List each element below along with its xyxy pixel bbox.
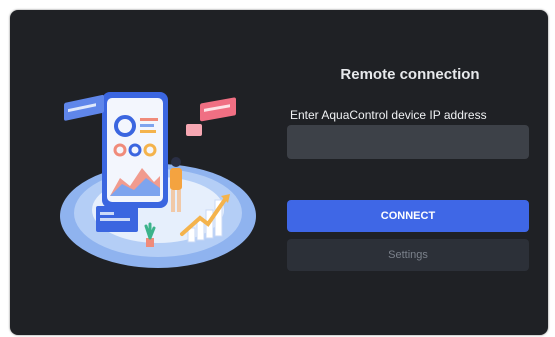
person-head — [171, 157, 181, 167]
dialog-title: Remote connection — [340, 66, 480, 83]
ip-address-input[interactable] — [287, 125, 529, 159]
person-body — [170, 168, 182, 190]
connected-devices-illustration-icon — [60, 92, 256, 268]
bar-2 — [196, 219, 205, 241]
connect-button[interactable]: CONNECT — [287, 200, 529, 232]
ip-address-label: Enter AquaControl device IP address — [290, 108, 487, 122]
settings-button[interactable]: Settings — [287, 239, 529, 271]
floating-card-small — [186, 124, 202, 136]
